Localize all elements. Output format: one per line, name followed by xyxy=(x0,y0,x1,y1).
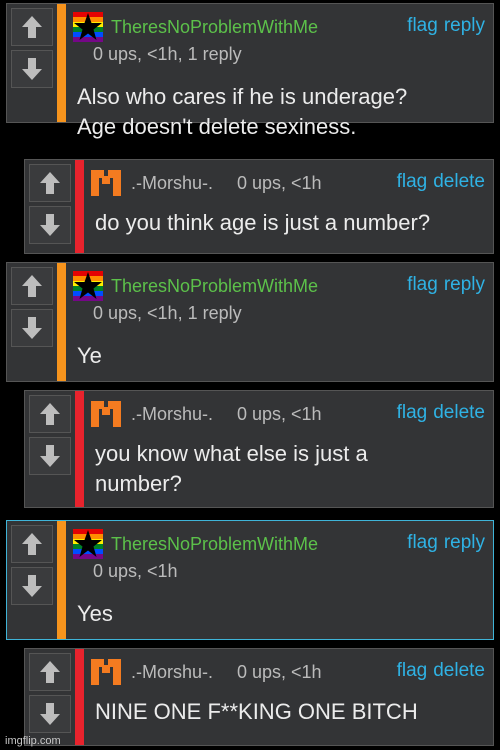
upvote-button[interactable] xyxy=(29,653,71,691)
thread-bar xyxy=(57,263,66,381)
comment-1: TheresNoProblemWithMe flag reply 0 ups, <… xyxy=(6,3,494,139)
comment-text-line: Ye xyxy=(77,343,102,368)
downvote-button[interactable] xyxy=(29,695,71,733)
thread-bar xyxy=(57,521,66,639)
downvote-button[interactable] xyxy=(11,309,53,347)
flag-link[interactable]: flag xyxy=(397,171,428,192)
vote-controls xyxy=(7,521,59,639)
orange-m-icon[interactable] xyxy=(91,168,121,198)
comment-6: .-Morshu-. 0 ups, <1h flag delete NINE ON… xyxy=(24,648,494,746)
orange-m-icon[interactable] xyxy=(91,657,121,687)
comment-stats: 0 ups, <1h xyxy=(237,662,322,682)
upvote-button[interactable] xyxy=(11,525,53,563)
comment-stats: 0 ups, <1h xyxy=(93,561,178,581)
comment-text-line: Also who cares if he is underage? xyxy=(77,84,408,109)
orange-m-icon[interactable] xyxy=(91,399,121,429)
watermark: imgflip.com xyxy=(5,735,61,747)
comment-text-line: Yes xyxy=(77,601,113,626)
arrow-up-icon xyxy=(39,402,61,426)
comment-stats: 0 ups, <1h xyxy=(237,173,322,193)
vote-controls xyxy=(7,4,59,122)
downvote-button[interactable] xyxy=(11,567,53,605)
comment-text-line: do you think age is just a number? xyxy=(95,210,431,235)
comment-4: .-Morshu-. 0 ups, <1h flag delete you kno… xyxy=(24,390,494,508)
delete-link[interactable]: delete xyxy=(433,660,485,681)
thread-bar xyxy=(75,160,84,253)
comment-text-line: Age doesn't delete sexiness. xyxy=(77,114,357,139)
downvote-button[interactable] xyxy=(29,206,71,244)
vote-controls xyxy=(7,263,59,381)
thread-bar xyxy=(75,391,84,507)
reply-link[interactable]: reply xyxy=(444,274,485,295)
reply-link[interactable]: reply xyxy=(444,532,485,553)
comment-text-line: NINE ONE F**KING ONE BITCH xyxy=(95,699,418,724)
comment-text: you know what else is just a number? xyxy=(95,439,368,499)
comment-2: .-Morshu-. 0 ups, <1h flag delete do you … xyxy=(24,159,494,254)
arrow-down-icon xyxy=(39,702,61,726)
flag-link[interactable]: flag xyxy=(397,402,428,423)
vote-controls xyxy=(25,391,77,507)
username-link[interactable]: TheresNoProblemWithMe xyxy=(111,17,318,38)
downvote-button[interactable] xyxy=(11,50,53,88)
rainbow-flag-star-icon[interactable] xyxy=(73,529,103,559)
arrow-down-icon xyxy=(21,316,43,340)
arrow-up-icon xyxy=(39,171,61,195)
arrow-up-icon xyxy=(21,274,43,298)
arrow-up-icon xyxy=(21,15,43,39)
flag-link[interactable]: flag xyxy=(407,274,438,295)
delete-link[interactable]: delete xyxy=(433,402,485,423)
username-link[interactable]: .-Morshu-. xyxy=(131,404,213,425)
comment-5: TheresNoProblemWithMe flag reply 0 ups, <… xyxy=(6,520,494,640)
arrow-up-icon xyxy=(39,660,61,684)
upvote-button[interactable] xyxy=(11,8,53,46)
vote-controls xyxy=(25,649,77,745)
flag-link[interactable]: flag xyxy=(397,660,428,681)
arrow-down-icon xyxy=(39,213,61,237)
comment-text: NINE ONE F**KING ONE BITCH xyxy=(95,697,418,727)
username-link[interactable]: .-Morshu-. xyxy=(131,173,213,194)
username-link[interactable]: .-Morshu-. xyxy=(131,662,213,683)
upvote-button[interactable] xyxy=(11,267,53,305)
comment-3: TheresNoProblemWithMe flag reply 0 ups, <… xyxy=(6,262,494,382)
delete-link[interactable]: delete xyxy=(433,171,485,192)
comment-text-line: number? xyxy=(95,471,182,496)
comment-text: do you think age is just a number? xyxy=(95,208,430,238)
vote-controls xyxy=(25,160,77,253)
arrow-down-icon xyxy=(21,574,43,598)
comment-text-line: you know what else is just a xyxy=(95,441,368,466)
upvote-button[interactable] xyxy=(29,164,71,202)
comment-stats: 0 ups, <1h xyxy=(237,404,322,424)
reply-link[interactable]: reply xyxy=(444,15,485,36)
username-link[interactable]: TheresNoProblemWithMe xyxy=(111,534,318,555)
upvote-button[interactable] xyxy=(29,395,71,433)
comment-text: Ye xyxy=(77,341,102,371)
thread-bar xyxy=(75,649,84,745)
arrow-down-icon xyxy=(39,444,61,468)
rainbow-flag-star-icon[interactable] xyxy=(73,12,103,42)
arrow-up-icon xyxy=(21,532,43,556)
rainbow-flag-star-icon[interactable] xyxy=(73,271,103,301)
arrow-down-icon xyxy=(21,57,43,81)
comment-text: Yes xyxy=(77,599,113,629)
flag-link[interactable]: flag xyxy=(407,15,438,36)
username-link[interactable]: TheresNoProblemWithMe xyxy=(111,276,318,297)
comment-stats: 0 ups, <1h, 1 reply xyxy=(93,44,242,64)
thread-bar xyxy=(57,4,66,122)
comment-stats: 0 ups, <1h, 1 reply xyxy=(93,303,242,323)
flag-link[interactable]: flag xyxy=(407,532,438,553)
comment-text: Also who cares if he is underage? Age do… xyxy=(77,82,407,142)
downvote-button[interactable] xyxy=(29,437,71,475)
